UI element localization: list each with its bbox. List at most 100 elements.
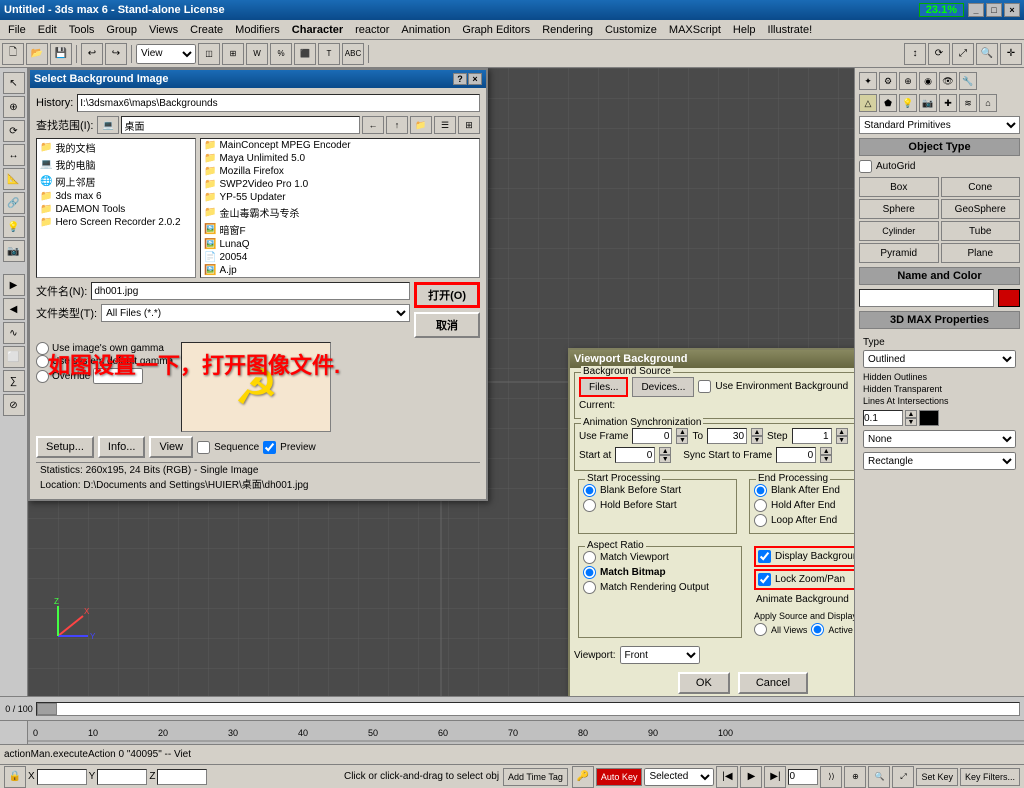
blank-before-radio[interactable] xyxy=(583,484,596,497)
view-button[interactable]: View xyxy=(149,436,193,458)
filetype-select[interactable]: All Files (*.*) xyxy=(101,304,410,322)
toolbar-new[interactable]: 🗋 xyxy=(2,43,24,65)
to-up[interactable]: ▲ xyxy=(751,428,763,436)
step-input[interactable] xyxy=(792,428,832,444)
toolbar-view4[interactable]: % xyxy=(270,43,292,65)
menu-animation[interactable]: Animation xyxy=(395,22,456,38)
toolbar-save[interactable]: 💾 xyxy=(50,43,72,65)
start-at-up[interactable]: ▲ xyxy=(659,447,671,455)
systems-icon[interactable]: ⌂ xyxy=(979,94,997,112)
z-input[interactable] xyxy=(157,769,207,785)
all-views-radio[interactable] xyxy=(754,623,767,636)
left-tool-5[interactable]: 📐 xyxy=(3,168,25,190)
timeline-thumb[interactable] xyxy=(37,703,57,715)
file-list[interactable]: 📁MainConcept MPEG Encoder 📁Maya Unlimite… xyxy=(200,138,480,278)
folder-daemon[interactable]: 📁DAEMON Tools xyxy=(37,203,195,216)
utilities-icon[interactable]: 🔧 xyxy=(959,72,977,90)
toolbar-view7[interactable]: ABC xyxy=(342,43,364,65)
modify-icon[interactable]: ⚙ xyxy=(879,72,897,90)
preview-checkbox[interactable] xyxy=(263,441,276,454)
file-swp[interactable]: 📁SWP2Video Pro 1.0 xyxy=(201,178,479,191)
vp-cancel-button[interactable]: Cancel xyxy=(738,672,808,694)
toolbar-view2[interactable]: ⊞ xyxy=(222,43,244,65)
view-details-btn[interactable]: ⊞ xyxy=(458,116,480,134)
history-input[interactable] xyxy=(77,94,480,112)
use-frame-input[interactable] xyxy=(632,428,672,444)
menu-graph-editors[interactable]: Graph Editors xyxy=(456,22,536,38)
sequence-checkbox[interactable] xyxy=(197,441,210,454)
left-tool-select[interactable]: ↖ xyxy=(3,72,25,94)
cancel-button[interactable]: 取消 xyxy=(414,312,480,338)
match-viewport-radio[interactable] xyxy=(583,551,596,564)
helpers-icon[interactable]: ✚ xyxy=(939,94,957,112)
spacewarps-icon[interactable]: ≋ xyxy=(959,94,977,112)
dialog-close-btn[interactable]: × xyxy=(468,73,482,85)
file-yp55[interactable]: 📁YP-55 Updater xyxy=(201,191,479,204)
box-button[interactable]: Box xyxy=(859,177,939,197)
setup-button[interactable]: Setup... xyxy=(36,436,94,458)
play-btn[interactable]: ▶ xyxy=(740,766,762,788)
frame-input[interactable] xyxy=(788,769,818,785)
menu-help[interactable]: Help xyxy=(727,22,762,38)
toolbar-right5[interactable]: ✛ xyxy=(1000,43,1022,65)
tube-button[interactable]: Tube xyxy=(941,221,1021,241)
left-tool-10[interactable]: ◀ xyxy=(3,298,25,320)
active-only-radio[interactable] xyxy=(811,623,824,636)
match-bitmap-radio[interactable] xyxy=(583,566,596,579)
lock-zoom-checkbox[interactable] xyxy=(758,573,771,586)
x-input[interactable] xyxy=(37,769,87,785)
geosphere-button[interactable]: GeoSphere xyxy=(941,199,1021,219)
to-input[interactable] xyxy=(707,428,747,444)
set-key-btn[interactable]: Set Key xyxy=(916,768,958,786)
match-rendering-radio[interactable] xyxy=(583,581,596,594)
add-time-tag-btn[interactable]: Add Time Tag xyxy=(503,768,568,786)
hold-after-radio[interactable] xyxy=(754,499,767,512)
use-frame-down[interactable]: ▼ xyxy=(676,436,688,444)
menu-customize[interactable]: Customize xyxy=(599,22,663,38)
toolbar-view6[interactable]: T xyxy=(318,43,340,65)
left-tool-6[interactable]: 🔗 xyxy=(3,192,25,214)
info-button[interactable]: Info... xyxy=(98,436,146,458)
file-cstri[interactable]: 📄cstri xyxy=(201,277,479,278)
vp-ok-button[interactable]: OK xyxy=(678,672,730,694)
pyramid-button[interactable]: Pyramid xyxy=(859,243,939,263)
file-maya[interactable]: 📁Maya Unlimited 5.0 xyxy=(201,152,479,165)
thickness-input[interactable] xyxy=(863,410,903,426)
toolbar-open[interactable]: 📂 xyxy=(26,43,48,65)
start-at-down[interactable]: ▼ xyxy=(659,455,671,463)
left-tool-8[interactable]: 📷 xyxy=(3,240,25,262)
file-jinshan[interactable]: 📁金山毒霸术马专杀 xyxy=(201,204,479,221)
type-select[interactable]: Outlined xyxy=(863,350,1016,368)
open-button[interactable]: 打开(O) xyxy=(414,282,480,308)
menu-file[interactable]: File xyxy=(2,22,32,38)
display-icon[interactable]: 👁 xyxy=(939,72,957,90)
lock-btn[interactable]: 🔒 xyxy=(4,766,26,788)
filename-input[interactable] xyxy=(91,282,410,300)
left-tool-14[interactable]: ⊘ xyxy=(3,394,25,416)
key-filters-btn[interactable]: Key Filters... xyxy=(960,768,1020,786)
autogrid-checkbox[interactable] xyxy=(859,160,872,173)
toolbar-view1[interactable]: ◫ xyxy=(198,43,220,65)
hold-before-radio[interactable] xyxy=(583,499,596,512)
rectangle-select[interactable]: Rectangle xyxy=(863,452,1016,470)
to-down[interactable]: ▼ xyxy=(751,436,763,444)
step-down[interactable]: ▼ xyxy=(836,436,848,444)
toolbar-right3[interactable]: ⤢ xyxy=(952,43,974,65)
shapes-icon[interactable]: ⬟ xyxy=(879,94,897,112)
folder-input[interactable] xyxy=(121,116,360,134)
viewport-selector[interactable]: View xyxy=(136,44,196,64)
left-tool-3[interactable]: ⟳ xyxy=(3,120,25,142)
gamma-system-radio[interactable] xyxy=(36,355,49,368)
new-folder-btn[interactable]: 📁 xyxy=(410,116,432,134)
left-tool-12[interactable]: ⬜ xyxy=(3,346,25,368)
thickness-down[interactable]: ▼ xyxy=(905,418,917,426)
file-20054[interactable]: 📄20054 xyxy=(201,251,479,264)
menu-modifiers[interactable]: Modifiers xyxy=(229,22,286,38)
toolbar-view3[interactable]: W xyxy=(246,43,268,65)
primitives-dropdown[interactable]: Standard Primitives xyxy=(859,116,1020,134)
color-preview[interactable] xyxy=(919,410,939,426)
folder-up-btn[interactable]: ↑ xyxy=(386,116,408,134)
next-frame-btn[interactable]: ▶| xyxy=(764,766,786,788)
folder-list[interactable]: 📁我的文档 💻我的电脑 🌐网上邻居 📁3ds max 6 📁DAEMON Too… xyxy=(36,138,196,278)
step-up[interactable]: ▲ xyxy=(836,428,848,436)
